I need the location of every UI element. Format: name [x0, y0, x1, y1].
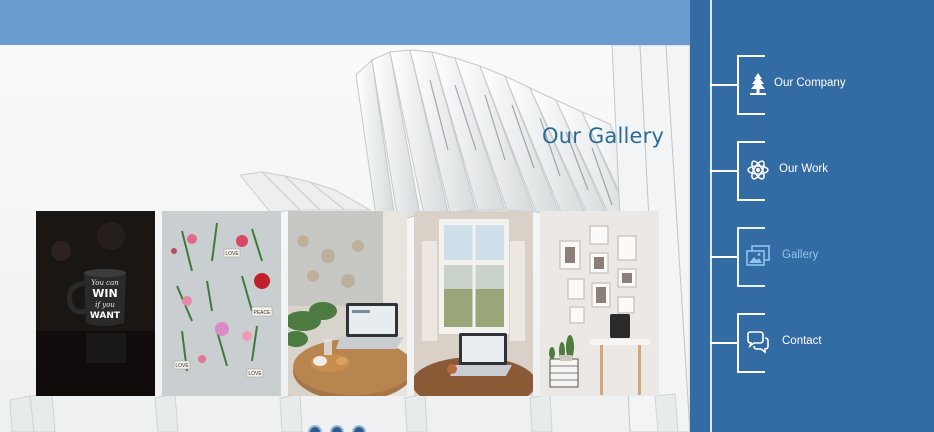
- mug-text-2: WIN: [92, 287, 117, 300]
- flower-tag-1: LOVE: [225, 251, 239, 257]
- nav-label-contact: Contact: [782, 335, 822, 347]
- flower-tag-4: LOVE: [248, 371, 262, 377]
- gallery-image-window-laptop[interactable]: [414, 211, 533, 396]
- gallery-image-laptop-table[interactable]: [288, 211, 407, 396]
- top-band: [0, 0, 690, 45]
- mug-text-1: You can: [91, 279, 119, 287]
- nav-item-contact[interactable]: Contact: [710, 313, 910, 373]
- sidebar-nav: Our Company Our Work Gallery Contact: [690, 0, 934, 432]
- tree-icon: [750, 73, 766, 95]
- chat-bubbles-icon: [747, 331, 769, 354]
- images-icon: [746, 245, 770, 266]
- nav-label-our-company: Our Company: [774, 77, 846, 89]
- carousel-dot[interactable]: [330, 425, 344, 432]
- carousel-dot[interactable]: [352, 425, 366, 432]
- nav-label-gallery: Gallery: [782, 249, 819, 261]
- nav-label-our-work: Our Work: [779, 163, 828, 175]
- gallery-title: Our Gallery: [542, 124, 665, 148]
- gallery-image-flowers[interactable]: LOVE PEACE LOVE LOVE: [162, 211, 281, 396]
- nav-item-gallery[interactable]: Gallery: [710, 227, 910, 287]
- flower-tag-2: PEACE: [254, 310, 272, 316]
- atom-icon: [747, 160, 769, 180]
- flower-tag-3: LOVE: [175, 363, 189, 369]
- mug-text-3: if you: [95, 301, 115, 309]
- carousel-dot[interactable]: [308, 425, 322, 432]
- nav-item-our-work[interactable]: Our Work: [710, 141, 910, 201]
- nav-item-our-company[interactable]: Our Company: [710, 55, 910, 115]
- mug-text-4: WANT: [90, 311, 121, 321]
- carousel-dots: [308, 425, 366, 432]
- gallery-thumbnails: You can WIN if you WANT LOVE PEACE LOVE …: [36, 211, 659, 396]
- gallery-image-mug[interactable]: You can WIN if you WANT: [36, 211, 155, 396]
- gallery-image-frames-wall[interactable]: [540, 211, 659, 396]
- main-area: Our Gallery You can WIN if you WANT LOVE…: [0, 0, 690, 432]
